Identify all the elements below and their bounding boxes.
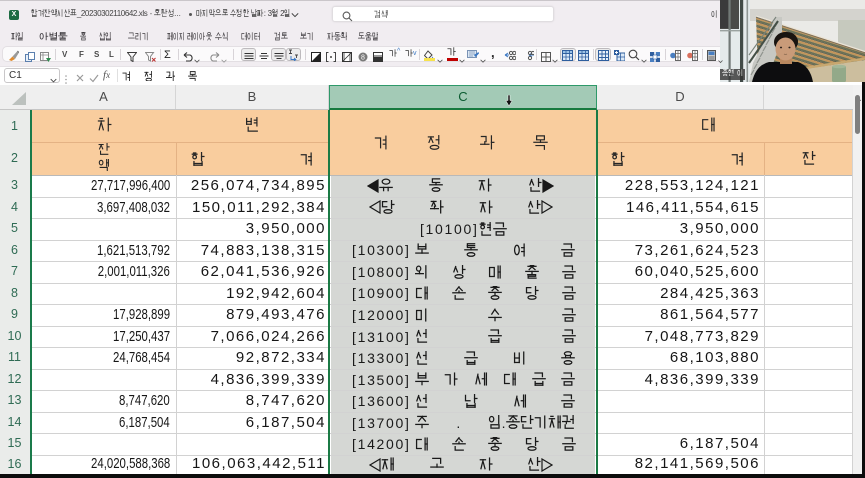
svg-text:8: 8 (361, 54, 365, 61)
